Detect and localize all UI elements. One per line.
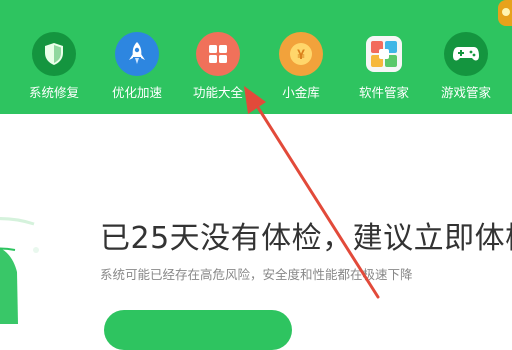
annotation-arrow	[244, 86, 380, 299]
